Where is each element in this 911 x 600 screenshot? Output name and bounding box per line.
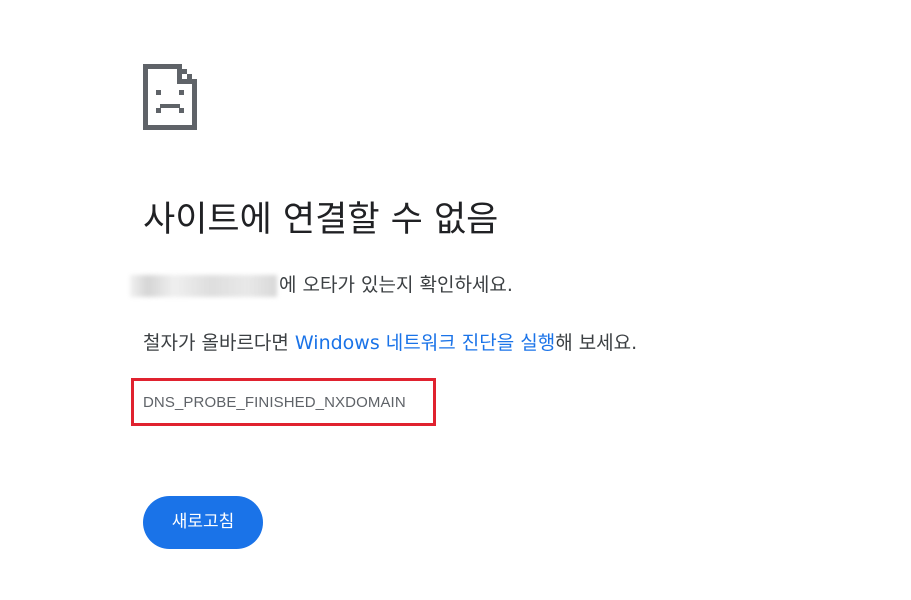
diagnostics-hint: 철자가 올바르다면 Windows 네트워크 진단을 실행해 보세요. — [143, 328, 637, 358]
typo-hint: 에 오타가 있는지 확인하세요. — [130, 270, 513, 300]
error-page: 사이트에 연결할 수 없음 에 오타가 있는지 확인하세요. 철자가 올바르다면… — [0, 0, 911, 600]
page-title: 사이트에 연결할 수 없음 — [143, 200, 499, 240]
diagnostics-suffix: 해 보세요. — [555, 332, 638, 354]
error-code: DNS_PROBE_FINISHED_NXDOMAIN — [143, 394, 406, 411]
reload-button[interactable]: 새로고침 — [143, 496, 263, 549]
redacted-domain — [130, 275, 277, 297]
diagnostics-prefix: 철자가 올바르다면 — [143, 332, 295, 354]
run-network-diagnostics-link[interactable]: Windows 네트워크 진단을 실행 — [295, 332, 555, 354]
sad-page-icon — [143, 64, 197, 130]
typo-hint-text: 에 오타가 있는지 확인하세요. — [279, 274, 513, 296]
